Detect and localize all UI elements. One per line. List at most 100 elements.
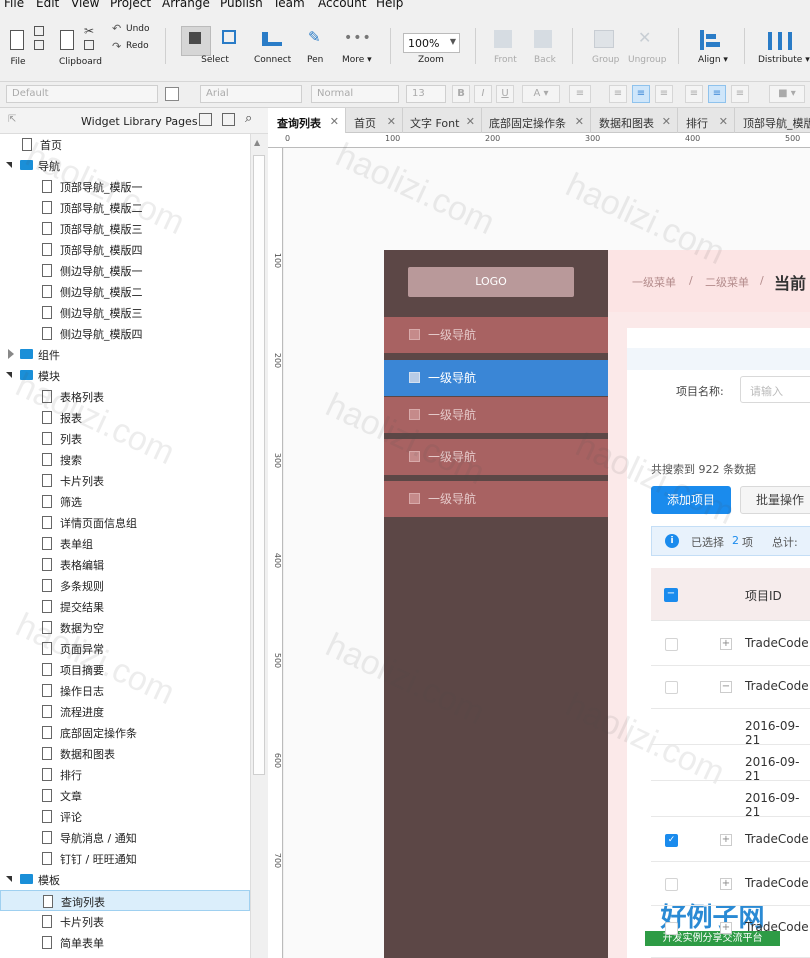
- design-nav-item[interactable]: 一级导航: [384, 481, 608, 517]
- menu-project[interactable]: Project: [110, 0, 151, 10]
- valign-middle-icon[interactable]: ≡: [708, 85, 726, 103]
- fill-color-icon[interactable]: ■ ▾: [769, 85, 805, 103]
- tab-top-nav[interactable]: 顶部导航_模版: [735, 108, 810, 133]
- tree-page[interactable]: 表单组: [0, 533, 250, 554]
- more-icon[interactable]: •••: [344, 30, 372, 46]
- row-checkbox[interactable]: [665, 681, 678, 694]
- select-region-icon[interactable]: [222, 30, 236, 44]
- tree-folder[interactable]: 组件: [0, 344, 250, 365]
- distribute-icon[interactable]: [768, 32, 792, 50]
- row-checkbox[interactable]: [665, 922, 678, 935]
- paste-icon[interactable]: [60, 30, 74, 50]
- font-select[interactable]: Arial: [200, 85, 302, 103]
- menu-account[interactable]: Account: [318, 0, 366, 10]
- valign-top-icon[interactable]: ≡: [685, 85, 703, 103]
- cut-icon[interactable]: ✂: [84, 24, 94, 38]
- distribute-button[interactable]: Distribute ▾: [758, 55, 810, 65]
- connect-icon[interactable]: [262, 32, 282, 46]
- zoom-select[interactable]: 100% ▼: [403, 33, 460, 53]
- bold-icon[interactable]: B: [452, 85, 470, 103]
- italic-icon[interactable]: I: [474, 85, 492, 103]
- design-logo[interactable]: LOGO: [408, 267, 574, 297]
- more-button[interactable]: More ▾: [342, 55, 372, 65]
- table-row[interactable]: + TradeCode: [651, 906, 810, 958]
- tab-ranking[interactable]: 排行 ✕: [678, 108, 735, 133]
- tree-page[interactable]: 查询列表: [0, 890, 250, 911]
- tree-page[interactable]: 数据和图表: [0, 743, 250, 764]
- tree-page[interactable]: 导航消息 / 通知: [0, 827, 250, 848]
- table-row[interactable]: + TradeCode: [651, 622, 810, 666]
- menu-publish[interactable]: Publish: [220, 0, 263, 10]
- tree-page[interactable]: 侧边导航_模版一: [0, 260, 250, 281]
- front-button[interactable]: Front: [494, 55, 517, 65]
- tree-page[interactable]: 卡片列表: [0, 470, 250, 491]
- collapse-row-icon[interactable]: −: [720, 681, 732, 693]
- expanded-arrow-icon[interactable]: [6, 162, 12, 168]
- menu-team[interactable]: Team: [273, 0, 305, 10]
- send-back-icon[interactable]: [534, 30, 552, 48]
- style-edit-icon[interactable]: [165, 87, 179, 101]
- undo-icon[interactable]: ↶: [112, 22, 121, 35]
- close-icon[interactable]: ✕: [387, 115, 396, 128]
- underline-icon[interactable]: U: [496, 85, 514, 103]
- align-button[interactable]: Align ▾: [698, 55, 728, 65]
- expand-row-icon[interactable]: +: [720, 638, 732, 650]
- table-row[interactable]: 2016-09-21: [651, 709, 810, 747]
- table-row[interactable]: − TradeCode: [651, 665, 810, 709]
- align-right-icon[interactable]: ≡: [655, 85, 673, 103]
- font-size-select[interactable]: 13: [406, 85, 446, 103]
- close-icon[interactable]: ✕: [662, 115, 671, 128]
- undo-button[interactable]: Undo: [126, 24, 150, 34]
- menu-help[interactable]: Help: [376, 0, 403, 10]
- tree-page[interactable]: 侧边导航_模版四: [0, 323, 250, 344]
- tree-page[interactable]: 底部固定操作条: [0, 722, 250, 743]
- tree-page[interactable]: 表格编辑: [0, 554, 250, 575]
- tree-page[interactable]: 顶部导航_模版四: [0, 239, 250, 260]
- menu-file[interactable]: File: [4, 0, 24, 10]
- select-all-checkbox[interactable]: −: [664, 588, 678, 602]
- table-row[interactable]: + TradeCode: [651, 862, 810, 906]
- add-folder-icon[interactable]: [222, 113, 235, 126]
- tree-folder[interactable]: 模板: [0, 869, 250, 890]
- tree-page[interactable]: 顶部导航_模版三: [0, 218, 250, 239]
- valign-bottom-icon[interactable]: ≡: [731, 85, 749, 103]
- tree-page[interactable]: 卡片列表: [0, 911, 250, 932]
- collapsed-arrow-icon[interactable]: [8, 349, 14, 359]
- bring-front-icon[interactable]: [494, 30, 512, 48]
- table-row[interactable]: ✓ + TradeCode: [651, 818, 810, 862]
- open-folder-icon[interactable]: [34, 40, 44, 50]
- design-sidebar[interactable]: [384, 250, 608, 958]
- expanded-arrow-icon[interactable]: [6, 372, 12, 378]
- expanded-arrow-icon[interactable]: [6, 876, 12, 882]
- tree-page[interactable]: 多条规则: [0, 575, 250, 596]
- breadcrumb-level1[interactable]: 一级菜单: [632, 274, 676, 290]
- tree-page[interactable]: 侧边导航_模版二: [0, 281, 250, 302]
- align-icon[interactable]: [700, 30, 704, 50]
- close-icon[interactable]: ✕: [719, 115, 728, 128]
- style-select[interactable]: Default: [6, 85, 158, 103]
- expand-row-icon[interactable]: +: [720, 878, 732, 890]
- tree-page[interactable]: 文章: [0, 785, 250, 806]
- tree-page[interactable]: 排行: [0, 764, 250, 785]
- back-button[interactable]: Back: [534, 55, 556, 65]
- save-icon[interactable]: [34, 26, 44, 36]
- ungroup-button[interactable]: Ungroup: [628, 55, 666, 65]
- close-icon[interactable]: ✕: [466, 115, 475, 128]
- tree-page[interactable]: 评论: [0, 806, 250, 827]
- pen-icon[interactable]: ✎: [308, 28, 321, 46]
- tab-home[interactable]: 首页 ✕: [346, 108, 403, 133]
- tree-page[interactable]: 简单表单: [0, 932, 250, 953]
- add-page-icon[interactable]: [199, 113, 212, 126]
- tab-data-charts[interactable]: 数据和图表 ✕: [591, 108, 678, 133]
- breadcrumb-level2[interactable]: 二级菜单: [705, 274, 749, 290]
- batch-operation-button[interactable]: 批量操作: [740, 486, 810, 514]
- menu-edit[interactable]: Edit: [36, 0, 59, 10]
- redo-button[interactable]: Redo: [126, 41, 149, 51]
- tree-page[interactable]: 侧边导航_模版三: [0, 302, 250, 323]
- expand-row-icon[interactable]: +: [720, 834, 732, 846]
- redo-icon[interactable]: ↷: [112, 40, 121, 53]
- expand-row-icon[interactable]: +: [720, 922, 732, 934]
- project-name-input[interactable]: 请输入: [740, 376, 810, 403]
- design-nav-item[interactable]: 一级导航: [384, 317, 608, 353]
- align-center-icon[interactable]: ≡: [632, 85, 650, 103]
